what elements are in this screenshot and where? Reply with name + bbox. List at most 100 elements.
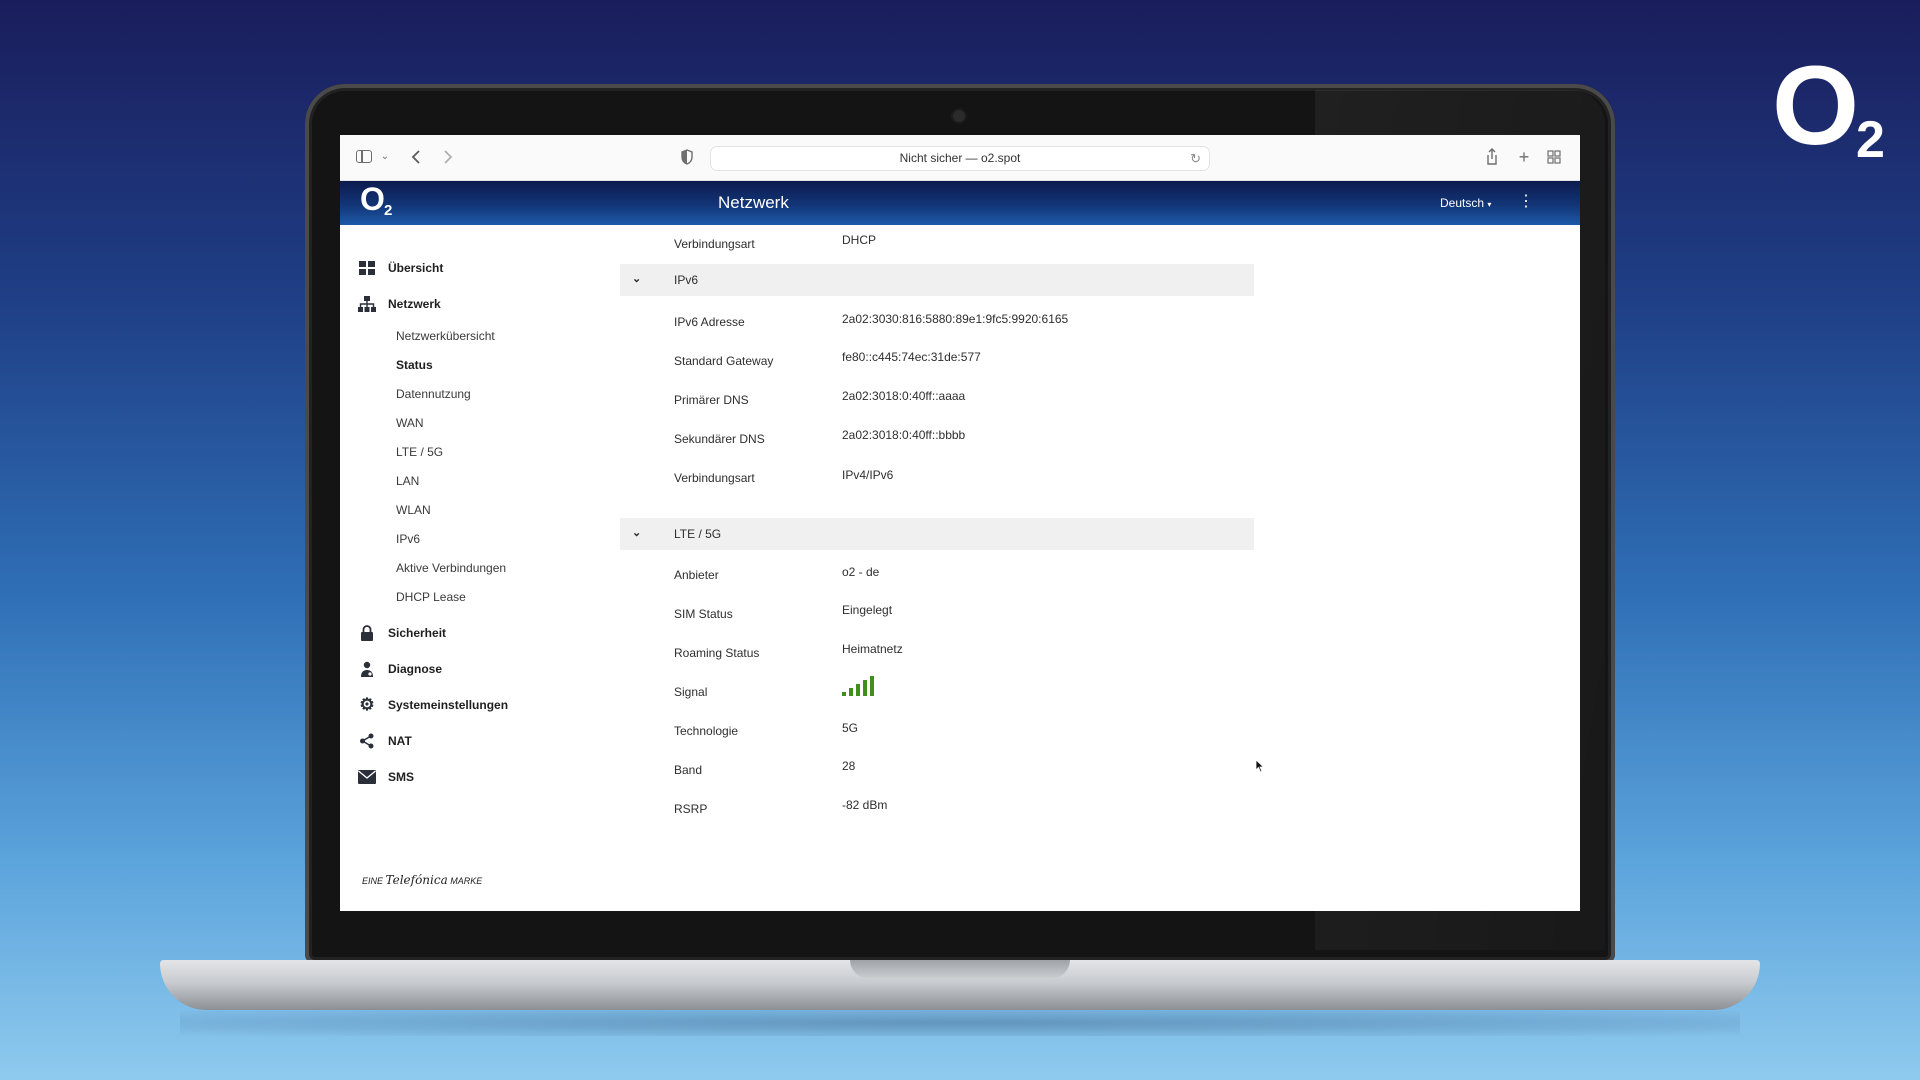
sidebar-icon[interactable] [356, 147, 374, 167]
sidebar-subitem-lte-5g[interactable]: LTE / 5G [396, 444, 443, 460]
share-icon[interactable] [1484, 147, 1500, 167]
sidebar-subitem-dhcp-lease[interactable]: DHCP Lease [396, 589, 466, 605]
section-header-ipv6[interactable]: ⌄ IPv6 [620, 264, 1254, 296]
o2-logo[interactable]: O 2 [360, 183, 400, 223]
signal-bar [842, 692, 846, 696]
caret-down-icon: ▾ [1487, 200, 1492, 209]
row-value-verbindungsart-dhcp: DHCP [842, 233, 877, 247]
sidebar-item-label: Netzwerk [388, 297, 441, 311]
more-menu-icon[interactable]: ⋮ [1518, 192, 1534, 212]
section-header-lte-5g[interactable]: ⌄ LTE / 5G [620, 518, 1254, 550]
app-header: O 2 Netzwerk Deutsch ▾ ⋮ [340, 181, 1580, 225]
row-label: IPv6 Adresse [674, 315, 745, 329]
sidebar-item-label: Diagnose [388, 662, 443, 676]
row-label: Standard Gateway [674, 354, 774, 368]
row-label-verbindungsart-dhcp: Verbindungsart [674, 237, 755, 251]
sidebar-subitem-wlan[interactable]: WLAN [396, 502, 431, 518]
logo-letter: O [360, 181, 385, 217]
logo-subscript: 2 [384, 202, 393, 219]
sidebar-item-diagnose[interactable]: Diagnose [358, 658, 442, 680]
sidebar-item-label: Übersicht [388, 261, 444, 275]
sidebar-item-netzwerk[interactable]: Netzwerk [358, 293, 441, 315]
back-icon[interactable] [410, 147, 424, 167]
row-value: 28 [842, 759, 856, 773]
row-label: RSRP [674, 802, 708, 816]
sidebar: Übersicht Netzwerk Netzwerkübersicht Sta… [340, 225, 600, 911]
sidebar-item-uebersicht[interactable]: Übersicht [358, 257, 443, 279]
shield-icon[interactable] [680, 147, 694, 167]
row-value: o2 - de [842, 565, 880, 579]
sidebar-item-sms[interactable]: SMS [358, 766, 414, 788]
row-label: Technologie [674, 724, 739, 738]
row-label: Signal [674, 685, 708, 699]
row-label: Roaming Status [674, 646, 760, 660]
laptop-shadow [180, 1010, 1740, 1036]
signal-bar [849, 688, 853, 696]
page-title: Netzwerk [718, 193, 789, 212]
lock-icon [358, 624, 376, 642]
laptop-base-notch [850, 960, 1070, 978]
url-text: Nicht sicher — o2.spot [899, 151, 1021, 165]
chevron-down-icon: ⌄ [632, 273, 642, 285]
section-title: LTE / 5G [674, 527, 722, 541]
signal-strength-icon [842, 676, 882, 696]
sidebar-item-label: Systemeinstellungen [388, 698, 509, 712]
laptop-base [160, 960, 1760, 1010]
row-value: -82 dBm [842, 798, 888, 812]
sidebar-item-label: NAT [388, 734, 412, 748]
sidebar-item-label: SMS [388, 770, 415, 784]
chevron-down-icon: ⌄ [632, 527, 642, 539]
reload-icon[interactable]: ↻ [1190, 147, 1201, 170]
chevron-down-icon[interactable]: ⌄ [380, 147, 390, 167]
signal-bar [856, 684, 860, 696]
sidebar-subitem-aktive-verbindungen[interactable]: Aktive Verbindungen [396, 560, 506, 576]
dashboard-icon [358, 259, 376, 277]
row-label: SIM Status [674, 607, 733, 621]
sidebar-item-systemeinstellungen[interactable]: ⚙ Systemeinstellungen [358, 694, 508, 716]
row-value: 2a02:3018:0:40ff::aaaa [842, 389, 966, 403]
row-value: Heimatnetz [842, 642, 903, 656]
language-dropdown[interactable]: Deutsch ▾ [1440, 196, 1491, 210]
envelope-icon [358, 768, 376, 786]
brand-logo-letter: O [1772, 43, 1860, 168]
sidebar-item-sicherheit[interactable]: Sicherheit [358, 622, 446, 644]
sidebar-item-nat[interactable]: NAT [358, 730, 412, 752]
status-content: Verbindungsart DHCP ⌄ IPv6 IPv6 Adresse … [620, 225, 1360, 911]
sidebar-subitem-datennutzung[interactable]: Datennutzung [396, 386, 471, 402]
row-value: IPv4/IPv6 [842, 468, 894, 482]
sidebar-subitem-wan[interactable]: WAN [396, 415, 424, 431]
language-label: Deutsch [1440, 196, 1485, 210]
diagnose-icon [358, 660, 376, 678]
brand-logo-subscript: 2 [1856, 111, 1885, 169]
row-value: Eingelegt [842, 603, 893, 617]
row-value: 5G [842, 721, 859, 735]
forward-icon[interactable] [440, 147, 454, 167]
browser-toolbar: ⌄ Nicht sicher — o2.spot ↻ + [340, 135, 1580, 181]
row-value: 2a02:3018:0:40ff::bbbb [842, 428, 966, 442]
address-bar[interactable]: Nicht sicher — o2.spot ↻ [710, 146, 1210, 171]
network-icon [358, 295, 376, 313]
mouse-cursor-icon [1255, 759, 1265, 773]
section-title: IPv6 [674, 273, 699, 287]
sidebar-subitem-status[interactable]: Status [396, 357, 433, 373]
signal-bar [863, 680, 867, 696]
row-label: Sekundärer DNS [674, 432, 765, 446]
plus-icon[interactable]: + [1516, 147, 1532, 167]
telefonica-brand-footer: EINE Telefónica MARKE [362, 873, 482, 887]
laptop-screen: ⌄ Nicht sicher — o2.spot ↻ + O 2 Netzwer… [340, 135, 1580, 911]
footer-post: MARKE [450, 876, 483, 886]
share-icon [358, 732, 376, 750]
gear-icon: ⚙ [359, 695, 375, 714]
signal-bar [870, 676, 874, 696]
sidebar-subitem-lan[interactable]: LAN [396, 473, 419, 489]
row-value: 2a02:3030:816:5880:89e1:9fc5:9920:6165 [842, 312, 1069, 326]
row-label: Band [674, 763, 703, 777]
row-label: Primärer DNS [674, 393, 749, 407]
sidebar-subitem-netzwerkuebersicht[interactable]: Netzwerkübersicht [396, 328, 495, 344]
sidebar-item-label: Sicherheit [388, 626, 447, 640]
row-value: fe80::c445:74ec:31de:577 [842, 350, 981, 364]
row-label: Anbieter [674, 568, 719, 582]
tab-overview-icon[interactable] [1546, 147, 1562, 167]
sidebar-subitem-ipv6[interactable]: IPv6 [396, 531, 420, 547]
footer-pre: EINE [362, 876, 384, 886]
